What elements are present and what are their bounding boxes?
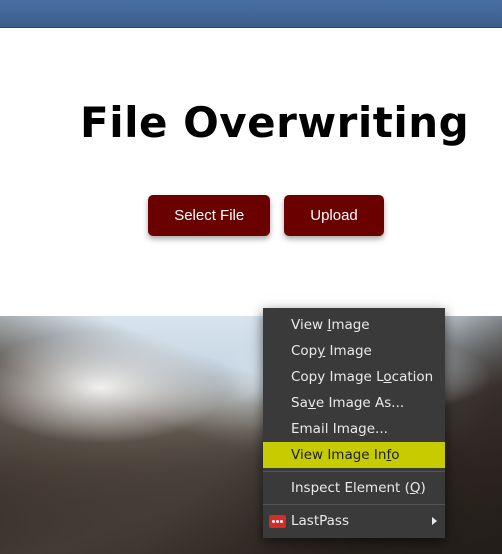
context-menu-item-label: Inspect Element (Q): [291, 480, 426, 496]
context-menu: View Image Copy Image Copy Image Location S…: [263, 308, 445, 538]
context-menu-item-label: Save Image As...: [291, 395, 404, 411]
page-content: File Overwriting Select File Upload: [0, 28, 502, 266]
chevron-right-icon: [432, 517, 437, 525]
context-menu-item-label: View Image: [291, 317, 370, 333]
context-menu-item-label: Copy Image: [291, 343, 372, 359]
context-menu-item-lastpass[interactable]: LastPass: [263, 508, 445, 534]
context-menu-separator: [263, 471, 445, 472]
context-menu-item-view-image-info[interactable]: View Image Info: [263, 442, 445, 468]
context-menu-item-label: Copy Image Location: [291, 369, 433, 385]
context-menu-separator: [263, 504, 445, 505]
context-menu-item-label: Email Image...: [291, 421, 388, 437]
context-menu-item-copy-image-location[interactable]: Copy Image Location: [263, 364, 445, 390]
button-row: Select File Upload: [60, 195, 472, 236]
context-menu-item-label: LastPass: [291, 513, 349, 529]
lastpass-icon: [269, 515, 286, 528]
context-menu-item-inspect-element-q[interactable]: Inspect Element (Q): [263, 475, 445, 501]
context-menu-item-copy-image[interactable]: Copy Image: [263, 338, 445, 364]
context-menu-item-view-image[interactable]: View Image: [263, 312, 445, 338]
context-menu-item-save-image-as[interactable]: Save Image As...: [263, 390, 445, 416]
upload-button[interactable]: Upload: [284, 195, 384, 236]
page-title: File Overwriting: [60, 98, 472, 147]
context-menu-item-email-image[interactable]: Email Image...: [263, 416, 445, 442]
context-menu-item-label: View Image Info: [291, 447, 399, 463]
browser-chrome-bar: [0, 0, 502, 28]
select-file-button[interactable]: Select File: [148, 195, 270, 236]
